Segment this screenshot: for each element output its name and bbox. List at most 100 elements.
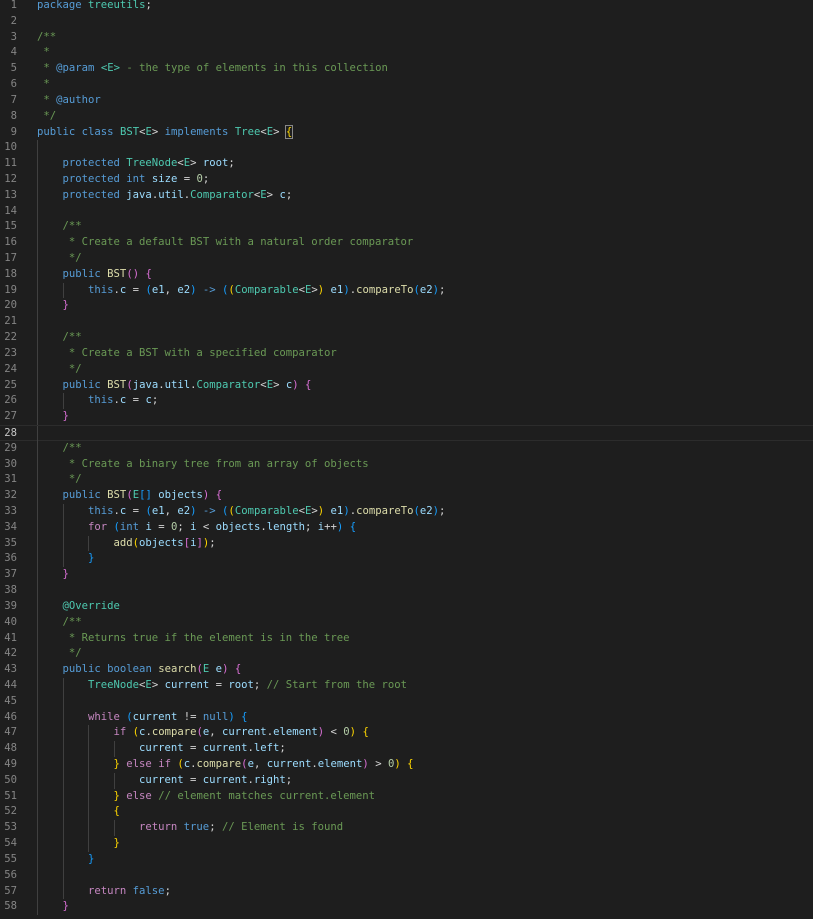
code-line[interactable]: 11 protected TreeNode<E> root; (0, 156, 813, 172)
code-token: ; (209, 821, 222, 834)
code-line[interactable]: 32 public BST(E[] objects) { (0, 488, 813, 504)
code-line[interactable]: 15 /** (0, 219, 813, 236)
code-line[interactable]: 16 * Create a default BST with a natural… (0, 235, 813, 251)
code-line[interactable]: 23 * Create a BST with a specified compa… (0, 345, 813, 362)
indent-guide (37, 883, 63, 900)
code-line[interactable]: 40 /** (0, 614, 813, 631)
code-token: } (88, 852, 95, 865)
code-line[interactable]: 43 public boolean search(E e) { (0, 662, 813, 678)
code-line[interactable]: 45 (0, 693, 813, 710)
indent-guide (37, 393, 63, 410)
code-line[interactable]: 19 this.c = (e1, e2) -> ((Comparable<E>) … (0, 282, 813, 299)
code-token: } (62, 299, 69, 312)
code-line[interactable]: 3 /** (0, 30, 813, 46)
code-line[interactable]: 38 (0, 583, 813, 599)
code-line[interactable]: 27} (0, 409, 813, 425)
line-number: 37 (4, 568, 17, 581)
code-line[interactable]: 39 @Override (0, 598, 813, 615)
code-token: = (126, 394, 146, 407)
code-line[interactable]: 18 public BST() { (0, 266, 813, 283)
indent-guide (37, 472, 63, 489)
indent-guide (37, 677, 63, 694)
code-line[interactable]: 55} (0, 851, 813, 868)
code-line[interactable]: 6 * (0, 77, 813, 93)
code-token: current (202, 742, 248, 755)
line-code: */ (37, 472, 82, 489)
indent-guide (37, 867, 63, 884)
code-line[interactable]: 48 current = current.left; (0, 741, 813, 757)
code-line[interactable]: 50 current = current.right; (0, 772, 813, 789)
code-token: ; (145, 0, 152, 11)
line-code: */ (37, 109, 56, 125)
code-line[interactable]: 22 /** (0, 330, 813, 346)
code-line[interactable]: 44 TreeNode<E> current = root; // Start f… (0, 677, 813, 694)
code-line[interactable]: 37} (0, 567, 813, 584)
code-line[interactable]: 14 (0, 203, 813, 220)
line-code: } (37, 851, 95, 868)
code-line[interactable]: 58} (0, 899, 813, 916)
code-line[interactable]: 20} (0, 298, 813, 315)
line-code: * Create a BST with a specified comparat… (37, 345, 337, 362)
line-code: * Create a default BST with a natural or… (37, 235, 413, 251)
code-token: > (273, 125, 286, 138)
line-number: 55 (4, 852, 17, 865)
code-line[interactable]: 57 return false; (0, 883, 813, 900)
code-line[interactable]: 24 */ (0, 361, 813, 378)
code-line[interactable]: 9 public class BST<E> implements Tree<E> … (0, 124, 813, 141)
indent-guide (37, 345, 63, 362)
code-token: ; (253, 678, 267, 691)
code-line[interactable]: 12 protected int size = 0; (0, 171, 813, 188)
code-line[interactable]: 36} (0, 551, 813, 568)
code-line[interactable]: 5 * @param <E> - the type of elements in… (0, 61, 813, 77)
code-token: e1 (151, 283, 165, 296)
code-line[interactable]: 31 */ (0, 472, 813, 489)
code-line[interactable]: 33 this.c = (e1, e2) -> ((Comparable<E>) … (0, 504, 813, 520)
code-line[interactable]: 17 */ (0, 251, 813, 267)
code-token: ; (177, 520, 191, 533)
line-number: 25 (4, 378, 17, 391)
code-line[interactable]: 29 /** (0, 440, 813, 457)
code-line[interactable]: 26 this.c = c; (0, 393, 813, 410)
code-token: [] (139, 489, 152, 502)
code-editor[interactable]: 1 package treeutils; 2 3/** 4 * 5 * @param <E… (0, 0, 813, 916)
code-line[interactable]: 30 * Create a binary tree from an array … (0, 456, 813, 473)
code-line[interactable]: 4 * (0, 45, 813, 61)
line-code: return false; (37, 883, 171, 900)
code-token: { (145, 267, 152, 280)
code-line[interactable]: 21 (0, 314, 813, 331)
code-token: compareTo (356, 505, 414, 517)
code-line[interactable]: 47 if (c.compare(e, current.element) < 0)… (0, 725, 813, 742)
indent-guide (62, 820, 89, 837)
code-line[interactable]: 34 for (int i = 0; i < objects.length; i+… (0, 519, 813, 536)
code-line[interactable]: 42 */ (0, 646, 813, 663)
code-line[interactable]: 8 */ (0, 109, 813, 125)
code-line[interactable]: 56 (0, 867, 813, 884)
code-token: if (113, 726, 127, 739)
indent-guide (37, 251, 63, 267)
code-line[interactable]: 10 (0, 140, 813, 157)
code-token: package (37, 0, 82, 11)
code-line[interactable]: 49} else if (c.compare(e, current.elemen… (0, 757, 813, 773)
code-line[interactable]: 53 return true; // Element is found (0, 820, 813, 837)
indent-guide (88, 772, 114, 789)
code-line[interactable]: 1 package treeutils; (0, 0, 813, 14)
code-line[interactable]: 7 * @author (0, 93, 813, 109)
code-token: objects (139, 536, 184, 549)
code-line[interactable]: 46 while (current != null) { (0, 709, 813, 726)
line-code (37, 140, 63, 157)
line-code: } (37, 409, 69, 425)
code-line[interactable]: 25 public BST(java.util.Comparator<E> c) … (0, 377, 813, 394)
code-line[interactable]: 13 protected java.util.Comparator<E> c; (0, 187, 813, 204)
code-line[interactable]: 28 (0, 424, 813, 442)
code-token: , (164, 283, 178, 296)
code-line[interactable]: 54} (0, 836, 813, 852)
code-token: this (88, 283, 114, 296)
code-token: public (62, 378, 101, 391)
code-line[interactable]: 2 (0, 14, 813, 30)
code-line[interactable]: 52 { (0, 804, 813, 821)
code-line[interactable]: 51} else // element matches current.elem… (0, 788, 813, 805)
line-number: 18 (4, 267, 17, 280)
code-line[interactable]: 41 * Returns true if the element is in t… (0, 630, 813, 647)
code-line[interactable]: 35 add(objects[i]); (0, 535, 813, 552)
line-code (37, 314, 63, 331)
